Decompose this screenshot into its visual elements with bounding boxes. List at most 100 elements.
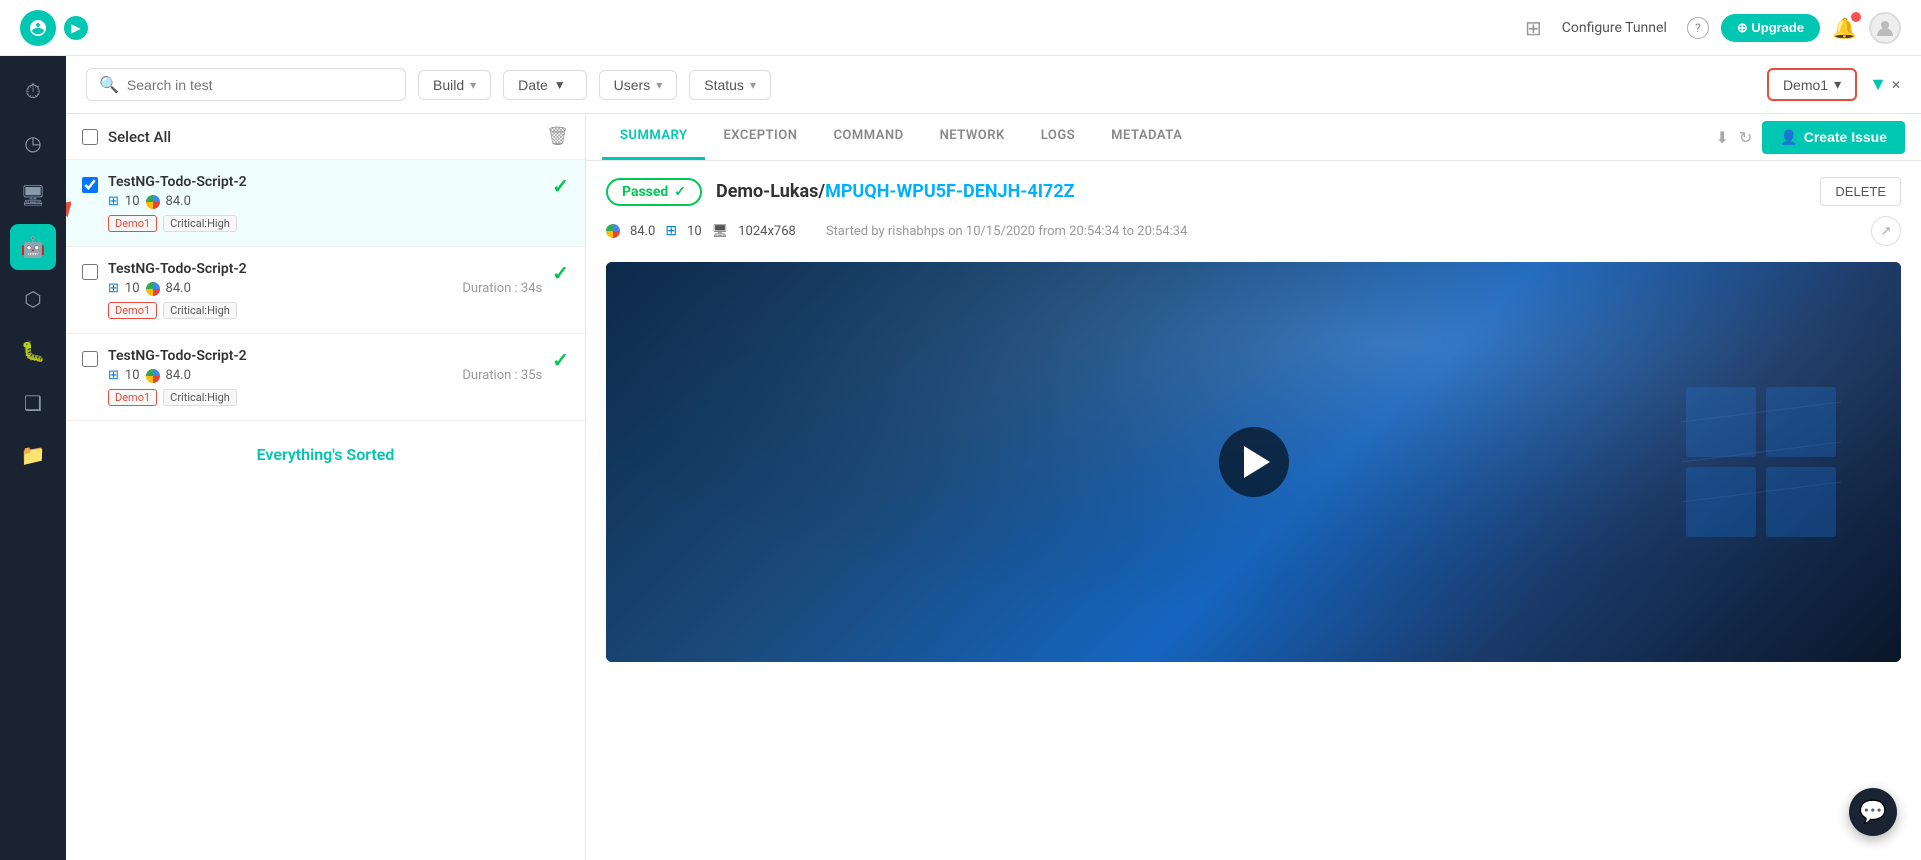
tab-command[interactable]: COMMAND (815, 114, 921, 160)
passed-check-icon: ✓ (674, 184, 686, 200)
sidebar-item-layers[interactable]: ❑ (10, 380, 56, 426)
test-list-item[interactable]: TestNG-Todo-Script-2 ⊞ 10 84.0 Duration … (66, 334, 585, 421)
test-name-1: TestNG-Todo-Script-2 (108, 174, 542, 190)
sidebar-item-history[interactable]: ◷ (10, 120, 56, 166)
split-panel: Select All 🗑 TestNG-Todo-Script-2 ⊞ 10 8… (66, 114, 1921, 860)
test-id: MPUQH-WPU5F-DENJH-4I72Z (825, 181, 1075, 202)
sidebar-item-monitor[interactable]: 🖥 (10, 172, 56, 218)
build-dropdown[interactable]: Build ▾ (418, 70, 491, 100)
test-list-item[interactable]: TestNG-Todo-Script-2 ⊞ 10 84.0 Demo1 Cri… (66, 160, 585, 247)
sidebar-item-cube[interactable]: ⬡ (10, 276, 56, 322)
select-all-checkbox[interactable] (82, 129, 98, 145)
test-info-1: TestNG-Todo-Script-2 ⊞ 10 84.0 Demo1 Cri… (108, 174, 542, 232)
passed-badge: Passed ✓ (606, 178, 702, 206)
browser-version-3: 84.0 (166, 368, 191, 383)
chrome-icon-3 (146, 369, 160, 383)
tab-exception[interactable]: EXCEPTION (705, 114, 815, 160)
refresh-icon[interactable]: ↻ (1739, 128, 1752, 147)
sidebar-item-analytics[interactable]: ⏱ (10, 68, 56, 114)
test-checkbox-1[interactable] (82, 177, 98, 193)
delete-test-button[interactable]: DELETE (1820, 177, 1901, 206)
test-list-panel: Select All 🗑 TestNG-Todo-Script-2 ⊞ 10 8… (66, 114, 586, 860)
help-icon[interactable]: ? (1687, 17, 1709, 39)
select-all-label: Select All (108, 128, 536, 146)
search-input[interactable] (127, 77, 393, 93)
users-dropdown[interactable]: Users ▾ (599, 70, 678, 100)
test-checkbox-2[interactable] (82, 264, 98, 280)
windows-icon-1: ⊞ (108, 194, 119, 209)
configure-tunnel-link[interactable]: Configure Tunnel (1562, 20, 1667, 36)
date-filter-icon: ▼ (554, 78, 566, 92)
browser-version-1: 84.0 (166, 194, 191, 209)
os-version-2: 10 (125, 281, 140, 296)
status-dropdown[interactable]: Status ▾ (689, 70, 771, 100)
windows-icon-3: ⊞ (108, 368, 119, 383)
windows-watermark (1681, 382, 1841, 542)
create-issue-button[interactable]: 👤 Create Issue (1762, 121, 1905, 154)
test-header: Passed ✓ Demo-Lukas/MPUQH-WPU5F-DENJH-4I… (606, 177, 1901, 206)
sidebar-item-bug[interactable]: 🐛 (10, 328, 56, 374)
test-meta-row: 84.0 ⊞ 10 🖥 1024x768 Started by rishabhp… (606, 216, 1901, 246)
detail-os-version: 10 (687, 224, 702, 239)
test-id-link[interactable]: Demo-Lukas/MPUQH-WPU5F-DENJH-4I72Z (716, 181, 1075, 202)
test-meta-3: ⊞ 10 84.0 Duration : 35s (108, 368, 542, 383)
tab-action-icons: ⬇ ↻ (1715, 128, 1752, 147)
search-box[interactable]: 🔍 (86, 68, 406, 101)
tag-critical-3: Critical:High (163, 389, 237, 406)
main-layout: ⏱ ◷ 🖥 🤖 ⬡ 🐛 ❑ 📁 🔍 Build ▾ Date ▼ (0, 56, 1921, 860)
tag-demo1-3: Demo1 (108, 389, 157, 406)
os-version-1: 10 (125, 194, 140, 209)
content-area: 🔍 Build ▾ Date ▼ Users ▾ Status ▾ Demo1 (66, 56, 1921, 860)
tag-demo1-2: Demo1 (108, 302, 157, 319)
tags-1: Demo1 Critical:High (108, 215, 542, 232)
logo-icon[interactable] (20, 10, 56, 46)
share-icon[interactable]: ↗ (1871, 216, 1901, 246)
pass-check-1: ✓ (552, 174, 569, 198)
tab-summary[interactable]: SUMMARY (602, 114, 705, 160)
chrome-icon-1 (146, 195, 160, 209)
grid-icon[interactable]: ⊞ (1525, 16, 1542, 40)
bulk-delete-icon[interactable]: 🗑 (546, 126, 569, 147)
detail-browser-version: 84.0 (630, 224, 655, 239)
upgrade-button[interactable]: ⊕ Upgrade (1721, 14, 1820, 42)
chrome-detail-icon (606, 224, 620, 238)
sidebar-item-folder[interactable]: 📁 (10, 432, 56, 478)
pass-check-2: ✓ (552, 261, 569, 285)
avatar[interactable] (1869, 12, 1901, 44)
detail-windows-icon: ⊞ (665, 223, 677, 239)
detail-panel: SUMMARY EXCEPTION COMMAND NETWORK LOGS M… (586, 114, 1921, 860)
date-dropdown[interactable]: Date ▼ (503, 70, 586, 100)
detail-resolution: 1024x768 (738, 224, 796, 239)
test-meta-1: ⊞ 10 84.0 (108, 194, 542, 209)
tab-logs[interactable]: LOGS (1023, 114, 1093, 160)
top-nav: ▶ ⊞ Configure Tunnel ? ⊕ Upgrade 🔔 (0, 0, 1921, 56)
tab-metadata[interactable]: METADATA (1093, 114, 1200, 160)
filter-bar: 🔍 Build ▾ Date ▼ Users ▾ Status ▾ Demo1 (66, 56, 1921, 114)
filter-icon-btn[interactable]: ▼ ✕ (1869, 74, 1901, 95)
nav-arrow-icon[interactable]: ▶ (64, 16, 88, 40)
tag-critical-1: Critical:High (163, 215, 237, 232)
sidebar-item-robot[interactable]: 🤖 (10, 224, 56, 270)
tab-network[interactable]: NETWORK (922, 114, 1023, 160)
test-checkbox-3[interactable] (82, 351, 98, 367)
test-list-item[interactable]: TestNG-Todo-Script-2 ⊞ 10 84.0 Duration … (66, 247, 585, 334)
tags-3: Demo1 Critical:High (108, 389, 542, 406)
filter-clear-icon[interactable]: ✕ (1891, 78, 1901, 92)
play-button[interactable] (1219, 427, 1289, 497)
demo-dropdown[interactable]: Demo1 ▾ (1767, 68, 1857, 101)
chat-button[interactable]: 💬 (1849, 788, 1897, 836)
filter-icon: ▼ (1869, 74, 1887, 95)
test-name-2: TestNG-Todo-Script-2 (108, 261, 542, 277)
pass-check-3: ✓ (552, 348, 569, 372)
test-meta-2: ⊞ 10 84.0 Duration : 34s (108, 281, 542, 296)
logo-area: ▶ (20, 10, 88, 46)
play-icon (1244, 446, 1270, 478)
sidebar: ⏱ ◷ 🖥 🤖 ⬡ 🐛 ❑ 📁 (0, 56, 66, 860)
detail-monitor-icon: 🖥 (712, 224, 729, 239)
tag-demo1-1: Demo1 (108, 215, 157, 232)
test-info-3: TestNG-Todo-Script-2 ⊞ 10 84.0 Duration … (108, 348, 542, 406)
video-container[interactable] (606, 262, 1901, 662)
bell-icon[interactable]: 🔔 (1832, 16, 1857, 40)
everything-sorted-label: Everything's Sorted (66, 421, 585, 488)
download-icon[interactable]: ⬇ (1715, 128, 1728, 147)
